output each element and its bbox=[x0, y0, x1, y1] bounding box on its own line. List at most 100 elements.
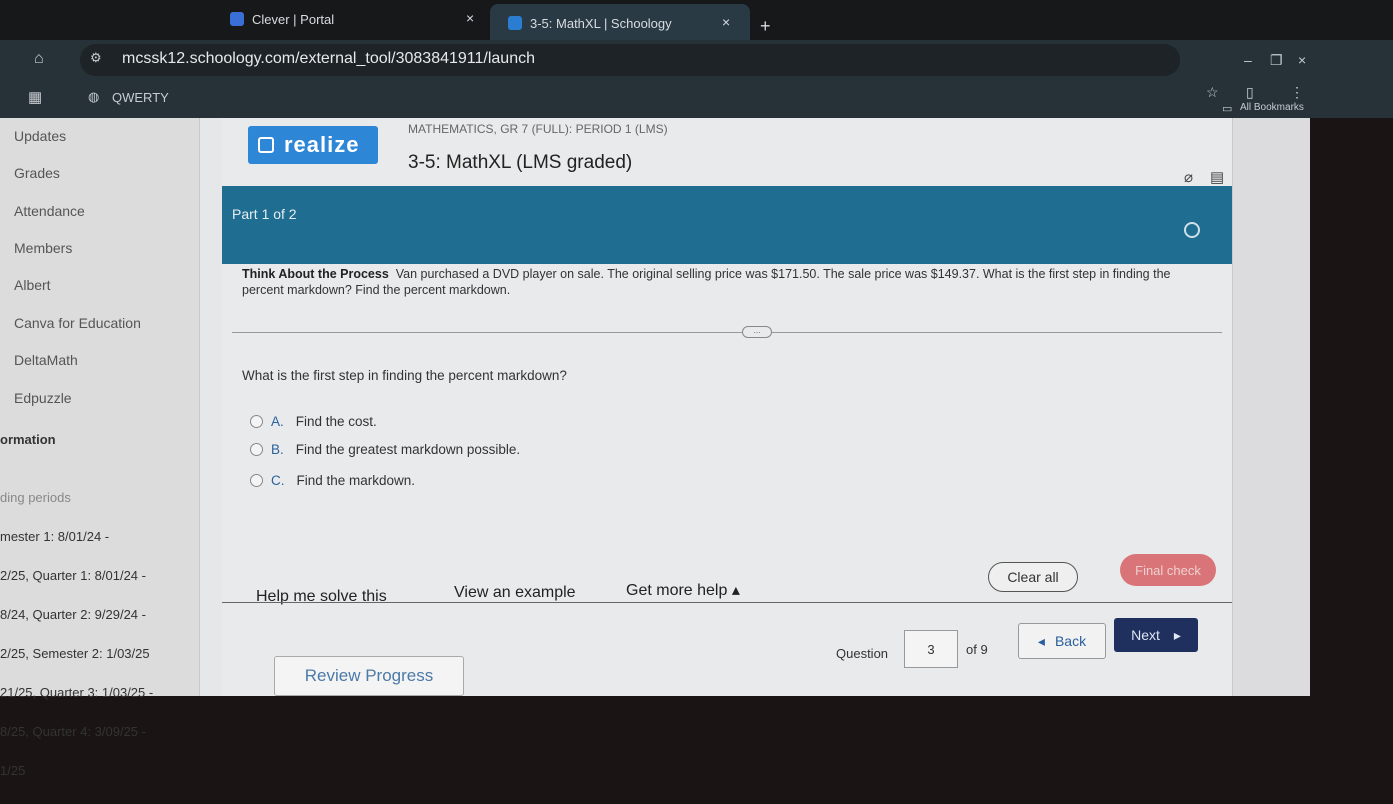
url-text[interactable]: mcssk12.schoology.com/external_tool/3083… bbox=[122, 50, 535, 68]
sidebar-item-deltamath[interactable]: DeltaMath bbox=[14, 352, 78, 368]
tab-strip: Clever | Portal × 3-5: MathXL | Schoolog… bbox=[0, 0, 1393, 42]
mathxl-frame: realize MATHEMATICS, GR 7 (FULL): PERIOD… bbox=[222, 118, 1232, 696]
schoology-favicon-icon bbox=[508, 16, 522, 30]
sidebar-item-label: Grades bbox=[14, 165, 60, 181]
information-heading: ormation bbox=[0, 432, 56, 447]
realize-brand: realize bbox=[284, 132, 360, 157]
radio-button[interactable] bbox=[250, 443, 263, 456]
question-text: What is the first step in finding the pe… bbox=[242, 368, 567, 383]
grading-periods-heading: ding periods bbox=[0, 490, 71, 505]
question-number-input[interactable] bbox=[904, 630, 958, 668]
address-bar[interactable]: ⚙ mcssk12.schoology.com/external_tool/30… bbox=[80, 44, 1180, 76]
grading-line: 21/25, Quarter 3: 1/03/25 - bbox=[0, 685, 154, 700]
sidebar-item-label: Canva for Education bbox=[14, 315, 141, 331]
tab-clever[interactable]: Clever | Portal bbox=[230, 0, 480, 38]
sidebar-item-canva[interactable]: Canva for Education bbox=[14, 315, 141, 331]
grading-line: 1/25 bbox=[0, 763, 26, 778]
final-check-button[interactable]: Final check bbox=[1120, 554, 1216, 586]
globe-icon: ◍ bbox=[88, 89, 100, 104]
close-tab-icon[interactable]: × bbox=[722, 14, 730, 30]
sidebar-item-attendance[interactable]: Attendance bbox=[14, 203, 85, 219]
close-tab-icon[interactable]: × bbox=[466, 10, 474, 26]
answer-option-b[interactable]: B. Find the greatest markdown possible. bbox=[250, 442, 520, 457]
answer-option-c[interactable]: C. Find the markdown. bbox=[250, 473, 415, 488]
part-label: Part 1 of 2 bbox=[232, 206, 297, 222]
view-example-link[interactable]: View an example bbox=[454, 584, 576, 602]
grading-line: 2/25, Quarter 1: 8/01/24 - bbox=[0, 568, 146, 583]
next-button[interactable]: Next ▸ bbox=[1114, 618, 1198, 652]
help-me-solve-link[interactable]: Help me solve this bbox=[256, 588, 387, 606]
course-sidebar: Updates Grades Attendance Members Albert… bbox=[0, 118, 200, 777]
option-letter: A. bbox=[271, 414, 284, 429]
grading-line: mester 1: 8/01/24 - bbox=[0, 529, 110, 544]
clever-favicon-icon bbox=[230, 12, 244, 26]
sidebar-item-members[interactable]: Members bbox=[14, 240, 72, 256]
grading-line: 2/25, Semester 2: 1/03/25 bbox=[0, 646, 150, 661]
get-more-help-link[interactable]: Get more help ▴ bbox=[626, 580, 740, 600]
course-name: MATHEMATICS, GR 7 (FULL): PERIOD 1 (LMS) bbox=[408, 122, 668, 136]
option-text: Find the cost. bbox=[295, 414, 377, 429]
question-total: of 9 bbox=[966, 642, 988, 657]
bookmarks-bar: ▦ ◍ QWERTY ☆ ▯ ⋮ ▭ All Bookmarks bbox=[0, 80, 1393, 118]
tab-title: 3-5: MathXL | Schoology bbox=[530, 15, 672, 31]
sidebar-item-label: Members bbox=[14, 240, 73, 256]
option-letter: B. bbox=[271, 442, 284, 457]
next-label: Next bbox=[1131, 627, 1160, 643]
problem-lead: Think About the Process bbox=[242, 267, 389, 281]
all-bookmarks[interactable]: All Bookmarks bbox=[1240, 102, 1304, 113]
close-window-icon[interactable]: × bbox=[1298, 52, 1306, 68]
clear-all-button[interactable]: Clear all bbox=[988, 562, 1078, 592]
back-label: Back bbox=[1054, 633, 1087, 649]
option-text: Find the markdown. bbox=[296, 473, 416, 488]
radio-button[interactable] bbox=[250, 415, 263, 428]
site-settings-icon[interactable]: ⚙ bbox=[90, 50, 102, 66]
sidebar-item-label: DeltaMath bbox=[14, 352, 78, 368]
menu-icon[interactable]: ⋮ bbox=[1290, 84, 1304, 101]
external-link-icon bbox=[258, 137, 274, 153]
page: Updates Grades Attendance Members Albert… bbox=[0, 118, 1310, 777]
realize-logo-button[interactable]: realize bbox=[248, 126, 378, 164]
sidebar-item-albert[interactable]: Albert bbox=[14, 277, 51, 293]
right-margin-panel bbox=[1232, 118, 1310, 696]
new-tab-button[interactable]: + bbox=[760, 16, 771, 37]
part-bar: Part 1 of 2 bbox=[222, 186, 1232, 264]
review-progress-button[interactable]: Review Progress bbox=[274, 656, 464, 696]
assignment-title: 3-5: MathXL (LMS graded) bbox=[408, 152, 633, 173]
folder-icon: ▭ bbox=[1222, 103, 1233, 115]
restore-icon[interactable]: ❐ bbox=[1270, 52, 1283, 69]
minimize-icon[interactable]: – bbox=[1244, 52, 1252, 68]
option-letter: C. bbox=[271, 473, 285, 488]
tab-title: Clever | Portal bbox=[252, 11, 335, 27]
settings-gear-icon[interactable] bbox=[1184, 222, 1200, 238]
grading-line: 8/25, Quarter 4: 3/09/25 - bbox=[0, 724, 146, 739]
browser-chrome: Clever | Portal × 3-5: MathXL | Schoolog… bbox=[0, 0, 1393, 118]
sidebar-item-label: Edpuzzle bbox=[14, 390, 72, 406]
footer-divider bbox=[222, 602, 1232, 603]
sidebar-item-updates[interactable]: Updates bbox=[14, 128, 66, 144]
bookmark-qwerty[interactable]: QWERTY bbox=[112, 90, 169, 105]
apps-grid-icon[interactable]: ▦ bbox=[28, 88, 42, 106]
star-icon[interactable]: ☆ bbox=[1206, 84, 1219, 101]
caret-left-icon: ◂ bbox=[1037, 632, 1045, 649]
pane-divider bbox=[232, 332, 1222, 333]
sidebar-item-label: Updates bbox=[14, 128, 67, 144]
tab-mathxl[interactable]: 3-5: MathXL | Schoology × bbox=[490, 4, 750, 42]
extensions-icon[interactable]: ▯ bbox=[1246, 84, 1254, 101]
paperclip-icon[interactable]: ⌀ bbox=[1184, 168, 1193, 186]
toolbar: ⌂ ⚙ mcssk12.schoology.com/external_tool/… bbox=[0, 40, 1393, 80]
back-button[interactable]: ◂ Back bbox=[1018, 623, 1106, 659]
grading-periods: ding periods mester 1: 8/01/24 - 2/25, Q… bbox=[0, 465, 153, 803]
answer-option-a[interactable]: A. Find the cost. bbox=[250, 414, 377, 429]
comment-icon[interactable]: ▤ bbox=[1210, 168, 1224, 186]
home-icon[interactable]: ⌂ bbox=[34, 50, 44, 68]
radio-button[interactable] bbox=[250, 474, 263, 487]
option-text: Find the greatest markdown possible. bbox=[295, 442, 521, 457]
question-label: Question bbox=[836, 646, 889, 661]
pane-resize-handle[interactable]: ... bbox=[742, 326, 772, 338]
sidebar-item-label: Albert bbox=[14, 277, 51, 293]
sidebar-item-edpuzzle[interactable]: Edpuzzle bbox=[14, 390, 72, 406]
caret-right-icon: ▸ bbox=[1173, 626, 1181, 643]
sidebar-item-grades[interactable]: Grades bbox=[14, 165, 60, 181]
sidebar-item-label: Attendance bbox=[14, 203, 85, 219]
grading-line: 8/24, Quarter 2: 9/29/24 - bbox=[0, 607, 146, 622]
